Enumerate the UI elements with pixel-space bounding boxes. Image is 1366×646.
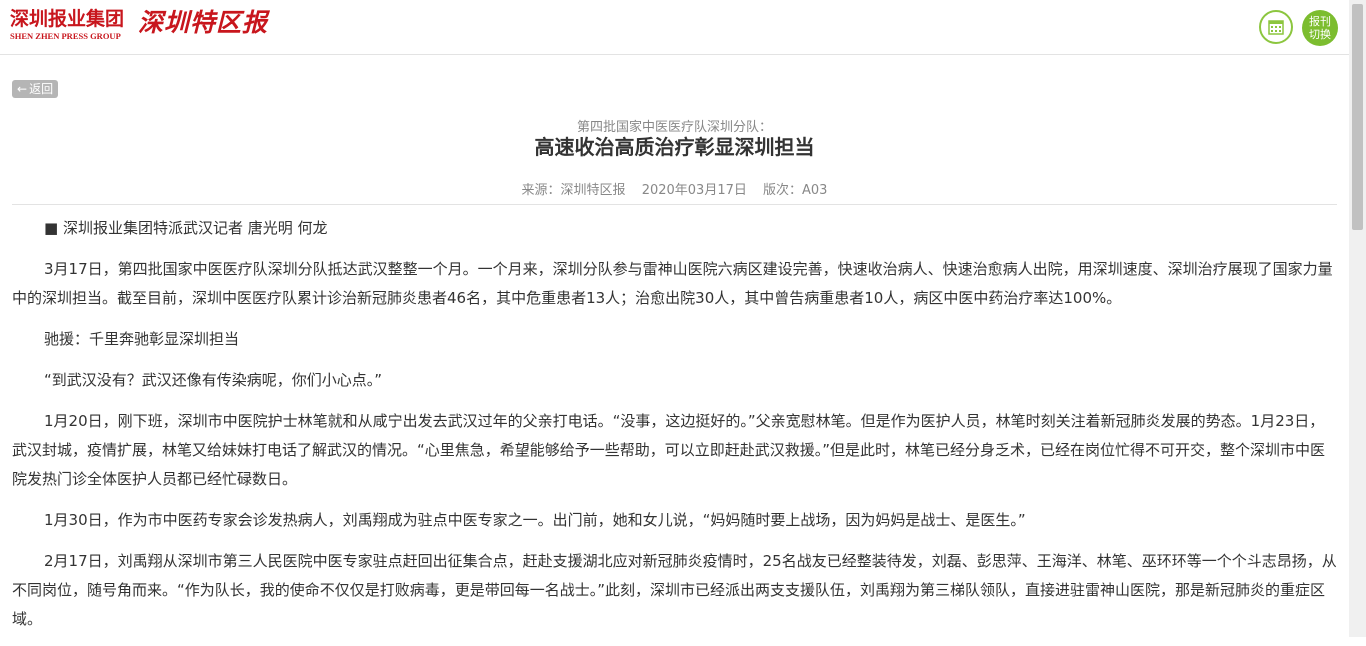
paragraph: 驰援：千里奔驰彰显深圳担当 (44, 330, 240, 348)
group-name-en: SHEN ZHEN PRESS GROUP (10, 31, 121, 41)
article-source: 来源：深圳特区报 (521, 183, 626, 198)
paragraph: 1月20日，刚下班，深圳市中医院护士林笔就和从咸宁出发去武汉过年的父亲打电话。“… (12, 412, 1326, 488)
article-edition: 版次：A03 (763, 183, 828, 198)
calendar-icon (1268, 20, 1284, 35)
paragraph: 3月17日，第四批国家中医医疗队深圳分队抵达武汉整整一个月。一个月来，深圳分队参… (12, 260, 1333, 307)
paper-switch-button[interactable]: 报刊切换 (1302, 10, 1338, 46)
article-header: 第四批国家中医医疗队深圳分队： 高速收治高质治疗彰显深圳担当 来源：深圳特区报 … (12, 110, 1337, 205)
paragraph: 1月30日，作为市中医药专家会诊发热病人，刘禹翔成为驻点中医专家之一。出门前，她… (44, 511, 1026, 529)
arrow-left-icon: ← (17, 82, 28, 96)
paragraph: 2月17日，刘禹翔从深圳市第三人民医院中医专家驻点赶回出征集合点，赶赴支援湖北应… (12, 552, 1337, 628)
article-subtitle: 第四批国家中医医疗队深圳分队： (576, 120, 772, 135)
article-body: ■ 深圳报业集团特派武汉记者 唐光明 何龙 3月17日，第四批国家中医医疗队深圳… (12, 214, 1337, 646)
vertical-scrollbar[interactable] (1349, 0, 1366, 637)
article-title: 高速收治高质治疗彰显深圳担当 (534, 135, 815, 159)
press-group-logo[interactable]: 深圳报业集团 SHEN ZHEN PRESS GROUP (10, 8, 130, 41)
paper-logo[interactable]: 深圳特区报 (138, 8, 268, 38)
back-label: 返回 (29, 82, 54, 96)
back-button[interactable]: ← 返回 (12, 80, 59, 98)
paragraph: ■ 深圳报业集团特派武汉记者 唐光明 何龙 (44, 219, 328, 237)
site-header: 深圳报业集团 SHEN ZHEN PRESS GROUP 深圳特区报 报刊切换 (0, 0, 1366, 55)
calendar-button[interactable] (1259, 10, 1293, 44)
scrollbar-thumb[interactable] (1352, 4, 1363, 230)
article-meta: 来源：深圳特区报 2020年03月17日 版次：A03 (12, 179, 1337, 198)
article-date: 2020年03月17日 (641, 183, 747, 198)
paragraph: “到武汉没有？武汉还像有传染病呢，你们小心点。” (44, 371, 383, 389)
group-name-cn: 深圳报业集团 (10, 8, 125, 30)
